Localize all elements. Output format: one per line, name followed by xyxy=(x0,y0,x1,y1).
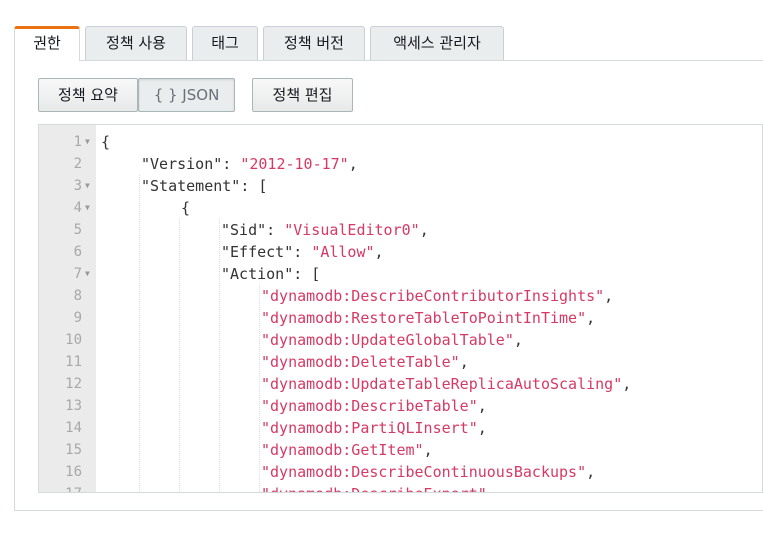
code-line: 1 ▼ { xyxy=(39,131,762,153)
string-token: "dynamodb:RestoreTableToPointInTime" xyxy=(261,309,587,327)
tab-permissions[interactable]: 권한 xyxy=(14,26,80,61)
code-token: , xyxy=(423,441,433,459)
code-text: "Version": "2012-10-17", xyxy=(141,153,358,175)
tab-tags[interactable]: 태그 xyxy=(192,26,258,60)
string-token: "dynamodb:UpdateGlobalTable" xyxy=(261,331,514,349)
line-number: 14 xyxy=(65,420,82,436)
string-token: "2012-10-17" xyxy=(240,155,349,173)
code-token: "Action": [ xyxy=(221,265,321,283)
code-token: "Sid": xyxy=(221,221,285,239)
code-text: { xyxy=(101,131,110,153)
code-token: , xyxy=(419,221,429,239)
code-text: "Effect": "Allow", xyxy=(221,241,384,263)
code-line: 3 ▼ "Statement": [ xyxy=(39,175,762,197)
code-token: , xyxy=(477,397,487,415)
code-token: { xyxy=(181,199,191,217)
code-token: { xyxy=(101,133,111,151)
tab-policy-versions[interactable]: 정책 버전 xyxy=(263,26,365,60)
code-lines: 1 ▼{2 "Version": "2012-10-17", 3 ▼ "Statement… xyxy=(39,131,762,492)
fold-toggle-icon[interactable]: ▼ xyxy=(85,131,90,153)
code-text: "dynamodb:UpdateGlobalTable", xyxy=(261,329,523,351)
line-number: 2 xyxy=(73,156,82,172)
code-line: 2 "Version": "2012-10-17", xyxy=(39,153,762,175)
code-token: "Version": xyxy=(141,155,241,173)
json-view-button[interactable]: { } JSON xyxy=(138,78,235,112)
string-token: "dynamodb:GetItem" xyxy=(261,441,424,459)
code-line: 8 "dynamodb:DescribeContributorInsights", xyxy=(39,285,762,307)
code-token: , xyxy=(374,243,384,261)
code-line: 12 "dynamodb:UpdateTableReplicaAutoScalin… xyxy=(39,373,762,395)
code-text: "Action": [ xyxy=(221,263,320,285)
code-token: , xyxy=(586,463,596,481)
line-number: 13 xyxy=(65,398,82,414)
line-number: 8 xyxy=(73,288,82,304)
code-token: , xyxy=(622,375,632,393)
code-text: "Sid": "VisualEditor0", xyxy=(221,219,429,241)
code-line: 13 "dynamodb:DescribeTable", xyxy=(39,395,762,417)
tab-bar: 권한 정책 사용 태그 정책 버전 액세스 관리자 xyxy=(14,26,763,61)
code-token: , xyxy=(459,353,469,371)
line-number: 17 xyxy=(39,483,82,492)
string-token: "dynamodb:DeleteTable" xyxy=(261,353,460,371)
code-token: "Effect": xyxy=(221,243,312,261)
line-number: 11 xyxy=(65,354,82,370)
code-line: 10 "dynamodb:UpdateGlobalTable", xyxy=(39,329,762,351)
line-number: 3 xyxy=(73,178,82,194)
line-number: 9 xyxy=(73,310,82,326)
line-number: 12 xyxy=(65,376,82,392)
code-line: 16 "dynamodb:DescribeContinuousBackups", xyxy=(39,461,762,483)
code-text: "dynamodb:DescribeContinuousBackups", xyxy=(261,461,595,483)
line-number: 15 xyxy=(65,442,82,458)
code-line: 9 "dynamodb:RestoreTableToPointInTime", xyxy=(39,307,762,329)
string-token: "dynamodb:DescribeExport" xyxy=(261,485,487,492)
code-text: "Statement": [ xyxy=(141,175,267,197)
string-token: "Allow" xyxy=(311,243,375,261)
line-number: 4 xyxy=(73,200,82,216)
line-number: 10 xyxy=(65,332,82,348)
code-line: 17 "dynamodb:DescribeExport", xyxy=(39,483,762,492)
string-token: "VisualEditor0" xyxy=(284,221,420,239)
code-text: "dynamodb:DescribeExport", xyxy=(261,483,496,492)
code-line: 11 "dynamodb:DeleteTable", xyxy=(39,351,762,373)
code-token: , xyxy=(586,309,596,327)
fold-toggle-icon[interactable]: ▼ xyxy=(85,175,90,197)
code-token: "Statement": [ xyxy=(141,177,268,195)
line-number: 5 xyxy=(73,222,82,238)
code-text: "dynamodb:PartiQLInsert", xyxy=(261,417,487,439)
line-number: 16 xyxy=(65,464,82,480)
line-number: 1 xyxy=(73,134,82,150)
json-editor[interactable]: 1 ▼{2 "Version": "2012-10-17", 3 ▼ "Statement… xyxy=(38,124,763,493)
code-line: 4 ▼ { xyxy=(39,197,762,219)
code-text: "dynamodb:RestoreTableToPointInTime", xyxy=(261,307,595,329)
code-line: 6 "Effect": "Allow", xyxy=(39,241,762,263)
code-text: "dynamodb:GetItem", xyxy=(261,439,433,461)
code-token: , xyxy=(348,155,358,173)
line-number: 7 xyxy=(73,266,82,282)
code-token: , xyxy=(513,331,523,349)
code-line: 15 "dynamodb:GetItem", xyxy=(39,439,762,461)
code-text: "dynamodb:DescribeContributorInsights", xyxy=(261,285,613,307)
string-token: "dynamodb:DescribeTable" xyxy=(261,397,478,415)
tab-access-advisor[interactable]: 액세스 관리자 xyxy=(370,26,504,60)
fold-toggle-icon[interactable]: ▼ xyxy=(85,263,90,285)
code-text: "dynamodb:DescribeTable", xyxy=(261,395,487,417)
string-token: "dynamodb:DescribeContinuousBackups" xyxy=(261,463,587,481)
code-token: , xyxy=(477,419,487,437)
code-line: 5 "Sid": "VisualEditor0", xyxy=(39,219,762,241)
tab-policy-usage[interactable]: 정책 사용 xyxy=(85,26,187,60)
code-token: , xyxy=(604,287,614,305)
line-number: 6 xyxy=(73,244,82,260)
fold-toggle-icon[interactable]: ▼ xyxy=(85,197,90,219)
code-line: 14 "dynamodb:PartiQLInsert", xyxy=(39,417,762,439)
code-line: 7 ▼ "Action": [ xyxy=(39,263,762,285)
code-text: { xyxy=(181,197,190,219)
code-token: , xyxy=(487,485,496,492)
edit-policy-button[interactable]: 정책 편집 xyxy=(252,78,353,112)
code-text: "dynamodb:DeleteTable", xyxy=(261,351,469,373)
string-token: "dynamodb:DescribeContributorInsights" xyxy=(261,287,605,305)
code-text: "dynamodb:UpdateTableReplicaAutoScaling"… xyxy=(261,373,631,395)
string-token: "dynamodb:PartiQLInsert" xyxy=(261,419,478,437)
policy-summary-button[interactable]: 정책 요약 xyxy=(38,78,138,112)
string-token: "dynamodb:UpdateTableReplicaAutoScaling" xyxy=(261,375,623,393)
